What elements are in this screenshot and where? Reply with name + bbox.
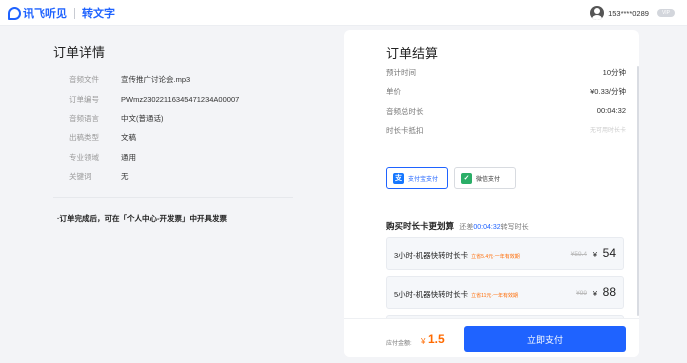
cards-hint-pre: 还差 <box>459 224 474 231</box>
settlement-value: ¥0.33/分钟 <box>590 87 626 96</box>
amount-value: 1.5 <box>428 332 445 346</box>
detail-label: 专业领域 <box>69 152 99 162</box>
settlement-value: 00:04:32 <box>596 106 626 115</box>
logo-divider <box>74 7 75 19</box>
card-promo: 立省5.4元·一年有效期 <box>471 254 520 260</box>
cards-hint-post: 转写时长 <box>500 224 529 231</box>
alipay-icon: 支 <box>393 172 404 184</box>
section-name: 转文字 <box>82 8 115 20</box>
card-name: 3小时-机器快转时长卡 立省5.4元·一年有效期 <box>394 250 520 261</box>
detail-value: 文稿 <box>121 133 136 143</box>
settlement-row-eta: 预计时间 10分钟 <box>386 67 626 78</box>
detail-label: 关键词 <box>69 172 92 182</box>
order-settlement-panel: 订单结算 预计时间 10分钟 单价 ¥0.33/分钟 音频总时长 00:04:3… <box>344 30 639 357</box>
iflytek-logo-icon <box>8 6 21 20</box>
card-name-text: 3小时-机器快转时长卡 <box>394 251 469 260</box>
detail-value: 无 <box>121 172 129 182</box>
duration-card-5h[interactable]: 5小时-机器快转时长卡 立省11元·一年有效期 ¥99 ¥ 88 <box>386 276 624 309</box>
brand-name: 讯飞听见 <box>23 8 67 20</box>
detail-label: 音频语言 <box>69 113 99 123</box>
detail-value: 中文(普通话) <box>121 113 164 123</box>
settlement-label: 时长卡抵扣 <box>386 126 424 135</box>
duration-card-section-title: 购买时长卡更划算 还差00:04:32转写时长 <box>386 220 529 232</box>
settlement-label: 预计时间 <box>386 68 416 77</box>
settlement-title: 订单结算 <box>386 46 439 61</box>
detail-row-keywords: 关键词 无 <box>53 167 313 186</box>
detail-row-order-id: 订单编号 PWmz23022116345471234A00007 <box>53 89 313 108</box>
alipay-label: 支付宝支付 <box>408 176 439 183</box>
detail-divider <box>53 197 293 198</box>
duration-card-3h[interactable]: 3小时-机器快转时长卡 立省5.4元·一年有效期 ¥59.4 ¥ 54 <box>386 237 624 270</box>
settlement-label: 单价 <box>386 87 401 96</box>
user-phone[interactable]: 153****0289 <box>608 9 649 18</box>
order-detail: 订单详情 音频文件 宣传推广讨论会.mp3 订单编号 PWmz230221163… <box>53 42 313 186</box>
card-old-price: ¥59.4 <box>570 251 587 258</box>
card-promo: 立省11元·一年有效期 <box>471 293 519 299</box>
card-name-text: 5小时-机器快转时长卡 <box>394 290 469 299</box>
wechat-pay-label: 微信支付 <box>476 176 501 183</box>
amount-symbol: ¥ <box>421 337 426 346</box>
brand-logo[interactable]: 讯飞听见 转文字 <box>8 5 115 21</box>
payment-footer: 应付金额: ¥ 1.5 立即支付 <box>344 318 639 357</box>
detail-value: 宣传推广讨论会.mp3 <box>121 75 191 85</box>
detail-label: 订单编号 <box>69 94 99 104</box>
card-yen: ¥ <box>592 289 597 298</box>
detail-label: 音频文件 <box>69 75 99 85</box>
cards-title-text: 购买时长卡更划算 <box>386 221 455 231</box>
card-old-price: ¥99 <box>576 290 587 297</box>
top-bar: 讯飞听见 转文字 153****0289 VIP <box>0 0 687 26</box>
user-account[interactable]: 153****0289 VIP <box>590 4 675 22</box>
settlement-value: 10分钟 <box>602 68 626 77</box>
wechat-icon: ✓ <box>461 172 472 184</box>
card-name: 5小时-机器快转时长卡 立省11元·一年有效期 <box>394 289 518 300</box>
order-detail-title: 订单详情 <box>53 45 106 60</box>
avatar-icon[interactable] <box>590 6 605 20</box>
wechat-pay-option[interactable]: ✓ 微信支付 <box>454 167 516 189</box>
detail-row-language: 音频语言 中文(普通话) <box>53 109 313 128</box>
panel-scrollbar[interactable] <box>637 66 639 316</box>
settlement-value: 无可用时长卡 <box>589 128 626 134</box>
settlement-row-unit-price: 单价 ¥0.33/分钟 <box>386 86 626 97</box>
settlement-row-duration: 音频总时长 00:04:32 <box>386 106 626 117</box>
card-yen: ¥ <box>592 250 597 259</box>
card-price: 54 <box>602 246 616 260</box>
alipay-option[interactable]: 支 支付宝支付 <box>386 167 448 189</box>
cards-hint-time: 00:04:32 <box>473 224 501 231</box>
settlement-row-card-deduction: 时长卡抵扣 无可用时长卡 <box>386 125 626 136</box>
settlement-label: 音频总时长 <box>386 107 424 116</box>
detail-row-output-type: 出稿类型 文稿 <box>53 128 313 147</box>
detail-label: 出稿类型 <box>69 133 99 143</box>
invoice-note: ·订单完成后，可在「个人中心-开发票」中开具发票 <box>57 214 227 223</box>
detail-row-file: 音频文件 宣传推广讨论会.mp3 <box>53 70 313 89</box>
detail-value: PWmz23022116345471234A00007 <box>121 94 240 104</box>
detail-row-domain: 专业领域 通用 <box>53 148 313 167</box>
amount-label: 应付金额: <box>386 341 412 347</box>
vip-badge: VIP <box>656 9 675 17</box>
cards-hint: 还差00:04:32转写时长 <box>459 224 528 231</box>
card-price: 88 <box>602 285 616 299</box>
pay-now-button[interactable]: 立即支付 <box>464 326 626 352</box>
detail-value: 通用 <box>121 152 136 162</box>
